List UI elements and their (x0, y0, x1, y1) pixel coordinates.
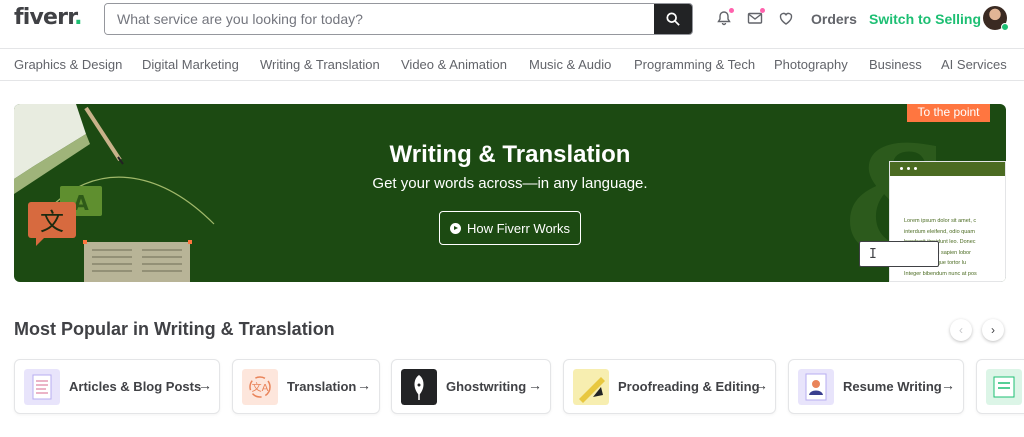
heart-icon (779, 12, 793, 25)
card-partial-next[interactable] (976, 359, 1024, 414)
card-translation[interactable]: 文A Translation → (232, 359, 380, 414)
play-icon (449, 222, 461, 234)
card-label: Proofreading & Editing (618, 379, 760, 394)
fiverr-logo[interactable]: fiverr. (14, 5, 82, 30)
category-ai-services[interactable]: AI Services (941, 57, 1007, 72)
message-badge (760, 8, 765, 13)
chevron-left-icon: ‹ (959, 323, 963, 337)
resume-icon (798, 369, 834, 405)
carousel-prev-button[interactable]: ‹ (950, 319, 972, 341)
search-bar (104, 3, 693, 35)
svg-text:文A: 文A (252, 381, 269, 394)
category-photography[interactable]: Photography (774, 57, 848, 72)
hero-banner: A 文 & To the point Lorem ipsum dolor sit… (14, 104, 1006, 282)
document-icon (24, 369, 60, 405)
card-label: Translation (287, 379, 357, 394)
text-cursor-icon: I (869, 247, 877, 262)
card-label: Ghostwriting (446, 379, 527, 394)
chevron-right-icon: › (991, 323, 995, 337)
carousel-next-button[interactable]: › (982, 319, 1004, 341)
text-cursor-box: I (859, 241, 939, 267)
switch-to-selling-link[interactable]: Switch to Selling (869, 11, 981, 27)
notifications-button[interactable] (715, 8, 734, 27)
favorites-button[interactable] (777, 9, 795, 27)
category-programming-tech[interactable]: Programming & Tech (634, 57, 755, 72)
how-fiverr-works-button[interactable]: How Fiverr Works (439, 211, 581, 245)
svg-text:文: 文 (40, 208, 64, 236)
hero-title: Writing & Translation (389, 141, 631, 168)
feather-pen-icon (401, 369, 437, 405)
translation-icon: 文A (242, 369, 278, 405)
arrow-right-icon: → (528, 377, 542, 393)
search-input[interactable] (105, 4, 654, 34)
hero-illustration: A 文 & (14, 104, 979, 282)
category-business[interactable]: Business (869, 57, 922, 72)
messages-button[interactable] (746, 8, 765, 27)
orders-link[interactable]: Orders (811, 11, 857, 27)
section-title: Most Popular in Writing & Translation (14, 319, 335, 339)
card-label: Articles & Blog Posts (69, 379, 202, 394)
user-avatar[interactable] (983, 6, 1009, 31)
arrow-right-icon: → (198, 377, 212, 393)
category-digital-marketing[interactable]: Digital Marketing (142, 57, 239, 72)
card-articles-blog-posts[interactable]: Articles & Blog Posts → (14, 359, 220, 414)
arrow-right-icon: → (357, 377, 371, 393)
card-proofreading-editing[interactable]: Proofreading & Editing → (563, 359, 776, 414)
card-label: Resume Writing (843, 379, 942, 394)
arrow-right-icon: → (754, 377, 768, 393)
category-nav: Graphics & Design Digital Marketing Writ… (0, 48, 1024, 81)
search-icon (666, 12, 680, 26)
online-status-dot (1001, 23, 1009, 31)
search-button[interactable] (654, 4, 692, 34)
card-resume-writing[interactable]: Resume Writing → (788, 359, 964, 414)
category-music-audio[interactable]: Music & Audio (529, 57, 611, 72)
category-video-animation[interactable]: Video & Animation (401, 57, 507, 72)
card-ghostwriting[interactable]: Ghostwriting → (391, 359, 551, 414)
pencil-icon (573, 369, 609, 405)
category-graphics-design[interactable]: Graphics & Design (14, 57, 122, 72)
arrow-right-icon: → (941, 377, 955, 393)
category-writing-translation[interactable]: Writing & Translation (260, 57, 380, 72)
hero-subtitle: Get your words across—in any language. (372, 175, 648, 192)
to-the-point-tag: To the point (907, 104, 990, 122)
how-fiverr-works-label: How Fiverr Works (466, 220, 571, 236)
notification-badge (729, 8, 734, 13)
checklist-icon (986, 369, 1022, 405)
top-header: fiverr. Orders Switch to Selling (0, 0, 1024, 48)
